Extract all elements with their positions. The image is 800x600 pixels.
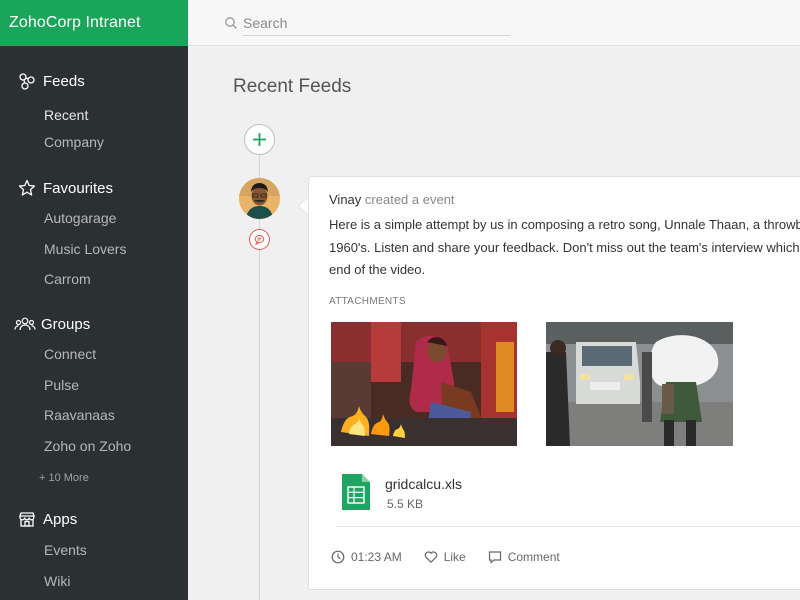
- comment-icon: [488, 551, 501, 564]
- post-actions: 01:23 AM Like Comment: [331, 550, 582, 564]
- sidebar-section-apps[interactable]: Apps: [18, 510, 77, 528]
- sidebar-item-wiki[interactable]: Wiki: [44, 573, 70, 589]
- sidebar-section-favourites[interactable]: Favourites: [18, 179, 113, 197]
- post-type-marker: [249, 229, 270, 250]
- feed-post-card: Vinay created a event Here is a simple a…: [308, 176, 800, 590]
- sidebar-item-recent[interactable]: Recent: [44, 107, 88, 123]
- section-label: Groups: [41, 315, 91, 333]
- post-time-text: 01:23 AM: [351, 550, 402, 564]
- post-time: 01:23 AM: [331, 550, 402, 564]
- sidebar-item-pulse[interactable]: Pulse: [44, 377, 79, 393]
- comment-label: Comment: [507, 550, 560, 564]
- attachment-photo-fire[interactable]: [331, 322, 517, 446]
- plus-icon: [253, 133, 266, 146]
- sidebar-item-autogarage[interactable]: Autogarage: [44, 210, 116, 226]
- attachment-photo-street[interactable]: [546, 322, 733, 446]
- apps-store-icon: [19, 512, 35, 527]
- timeline-line: [259, 153, 260, 600]
- search-input[interactable]: [243, 10, 510, 36]
- post-body-line: 1960's. Listen and share your feedback. …: [329, 239, 800, 255]
- chat-icon: [254, 234, 265, 245]
- sidebar-item-events[interactable]: Events: [44, 542, 87, 558]
- sidebar-item-music-lovers[interactable]: Music Lovers: [44, 241, 126, 257]
- comment-button[interactable]: Comment: [488, 550, 560, 564]
- clock-icon: [331, 550, 345, 564]
- post-body: Here is a simple attempt by us in compos…: [329, 214, 800, 282]
- post-body-line: Here is a simple attempt by us in compos…: [329, 217, 800, 232]
- avatar-image: [239, 178, 280, 219]
- add-post-button[interactable]: [244, 124, 275, 155]
- heart-icon: [424, 551, 437, 564]
- app-brand[interactable]: ZohoCorp Intranet: [0, 0, 188, 46]
- sidebar-section-feeds[interactable]: Feeds: [18, 72, 85, 90]
- groups-more-link[interactable]: + 10 More: [39, 472, 89, 484]
- section-label: Apps: [43, 510, 78, 528]
- avatar[interactable]: [239, 178, 280, 219]
- top-bar: [188, 0, 800, 46]
- spreadsheet-icon: [342, 474, 370, 510]
- sidebar-item-raavanaas[interactable]: Raavanaas: [44, 407, 115, 423]
- section-label: Feeds: [43, 72, 85, 90]
- post-author[interactable]: Vinay: [329, 192, 361, 207]
- page-title: Recent Feeds: [233, 76, 352, 97]
- star-icon: [18, 179, 36, 196]
- file-size: 5.5 KB: [387, 497, 424, 511]
- attachments-label: ATTACHMENTS: [329, 296, 406, 307]
- feeds-icon: [19, 73, 35, 90]
- like-label: Like: [443, 550, 466, 564]
- post-action: created a event: [364, 192, 455, 207]
- sidebar-item-zoho-on-zoho[interactable]: Zoho on Zoho: [44, 438, 131, 454]
- photo-image: [546, 322, 733, 446]
- post-body-line: end of the video.: [329, 262, 426, 277]
- search-icon: [225, 17, 237, 29]
- groups-icon: [14, 317, 36, 331]
- file-name[interactable]: gridcalcu.xls: [385, 476, 462, 492]
- card-divider: [336, 526, 800, 527]
- sidebar-item-connect[interactable]: Connect: [44, 346, 96, 362]
- photo-image: [331, 322, 517, 446]
- sidebar-section-groups[interactable]: Groups: [14, 315, 91, 333]
- like-button[interactable]: Like: [424, 550, 466, 564]
- sidebar-item-carrom[interactable]: Carrom: [44, 271, 91, 287]
- sidebar-item-company[interactable]: Company: [44, 134, 104, 150]
- file-attachment[interactable]: gridcalcu.xls 5.5 KB: [342, 474, 462, 511]
- section-label: Favourites: [43, 179, 114, 197]
- post-header: Vinay created a event: [329, 192, 455, 207]
- sidebar: ZohoCorp Intranet Feeds Recent Company F…: [0, 0, 188, 600]
